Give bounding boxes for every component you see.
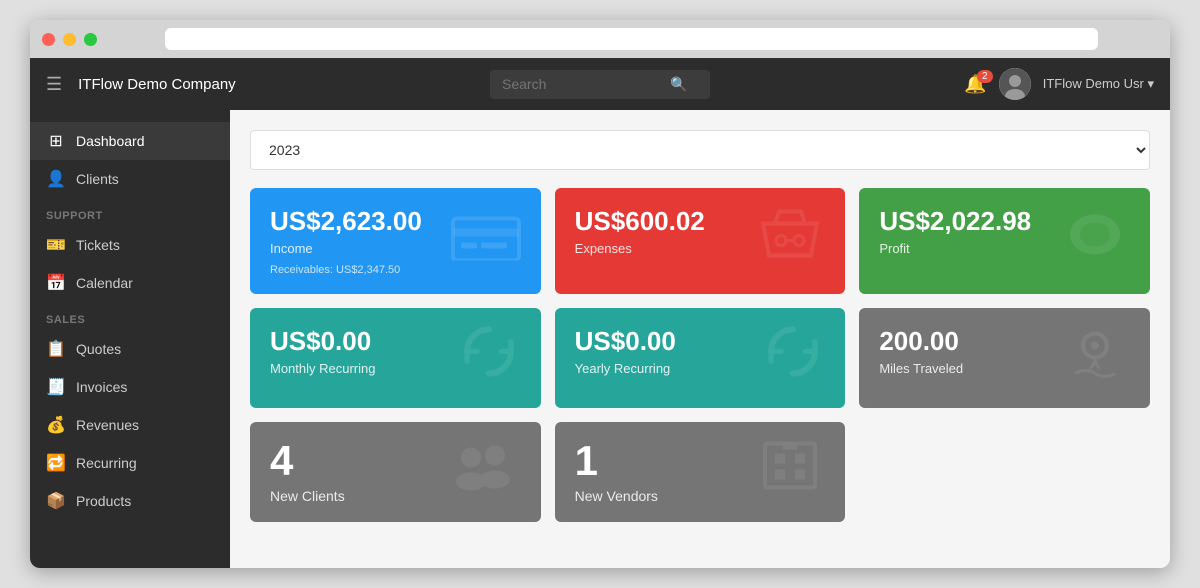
sidebar-label-clients: Clients bbox=[76, 171, 119, 187]
sidebar-label-recurring: Recurring bbox=[76, 455, 137, 471]
sidebar-section-sales: SALES bbox=[30, 302, 230, 330]
profit-card[interactable]: US$2,022.98 Profit bbox=[859, 188, 1150, 294]
sidebar-item-dashboard[interactable]: ⊞ Dashboard bbox=[30, 122, 230, 160]
calendar-icon: 📅 bbox=[46, 273, 66, 293]
miles-card[interactable]: 200.00 Miles Traveled bbox=[859, 308, 1150, 408]
nav-left: ☰ ITFlow Demo Company bbox=[46, 74, 246, 95]
yearly-icon bbox=[761, 320, 825, 397]
new-clients-card[interactable]: 4 New Clients bbox=[250, 422, 541, 522]
dashboard-icon: ⊞ bbox=[46, 131, 66, 151]
sidebar: ⊞ Dashboard 👤 Clients SUPPORT 🎫 Tickets … bbox=[30, 110, 230, 568]
search-box: 🔍 bbox=[490, 70, 710, 99]
sidebar-label-revenues: Revenues bbox=[76, 417, 139, 433]
sidebar-label-tickets: Tickets bbox=[76, 237, 120, 253]
main-layout: ⊞ Dashboard 👤 Clients SUPPORT 🎫 Tickets … bbox=[30, 110, 1170, 568]
search-icon: 🔍 bbox=[670, 76, 687, 93]
clients-icon bbox=[449, 440, 521, 505]
sidebar-item-invoices[interactable]: 🧾 Invoices bbox=[30, 368, 230, 406]
year-select[interactable]: 2023 2022 2021 2020 bbox=[250, 130, 1150, 170]
quotes-icon: 📋 bbox=[46, 339, 66, 359]
avatar bbox=[999, 68, 1031, 100]
vendors-icon bbox=[755, 436, 825, 509]
invoices-icon: 🧾 bbox=[46, 377, 66, 397]
nav-right: 🔔 2 ITFlow Demo Usr ▾ bbox=[954, 68, 1154, 100]
sidebar-item-clients[interactable]: 👤 Clients bbox=[30, 160, 230, 198]
income-card[interactable]: US$2,623.00 Income Receivables: US$2,347… bbox=[250, 188, 541, 294]
address-bar[interactable] bbox=[165, 28, 1098, 50]
notification-badge: 2 bbox=[977, 70, 993, 83]
company-name: ITFlow Demo Company bbox=[78, 76, 236, 93]
app-container: ☰ ITFlow Demo Company 🔍 🔔 2 ITFlow Demo … bbox=[30, 58, 1170, 568]
sidebar-label-quotes: Quotes bbox=[76, 341, 121, 357]
new-vendors-card[interactable]: 1 New Vendors bbox=[555, 422, 846, 522]
recurring-icon: 🔁 bbox=[46, 453, 66, 473]
maximize-button[interactable] bbox=[84, 33, 97, 46]
minimize-button[interactable] bbox=[63, 33, 76, 46]
sidebar-item-products[interactable]: 📦 Products bbox=[30, 482, 230, 520]
sidebar-item-tickets[interactable]: 🎫 Tickets bbox=[30, 226, 230, 264]
sidebar-item-calendar[interactable]: 📅 Calendar bbox=[30, 264, 230, 302]
content-area: 2023 2022 2021 2020 US$2,623.00 Income R… bbox=[230, 110, 1170, 568]
expenses-card[interactable]: US$600.02 Expenses bbox=[555, 188, 846, 294]
app-window: ☰ ITFlow Demo Company 🔍 🔔 2 ITFlow Demo … bbox=[30, 20, 1170, 568]
sidebar-item-quotes[interactable]: 📋 Quotes bbox=[30, 330, 230, 368]
monthly-recurring-card[interactable]: US$0.00 Monthly Recurring bbox=[250, 308, 541, 408]
hamburger-button[interactable]: ☰ bbox=[46, 74, 62, 95]
yearly-recurring-card[interactable]: US$0.00 Yearly Recurring bbox=[555, 308, 846, 408]
user-label[interactable]: ITFlow Demo Usr ▾ bbox=[1043, 76, 1154, 92]
sidebar-item-revenues[interactable]: 💰 Revenues bbox=[30, 406, 230, 444]
profit-icon bbox=[1060, 205, 1130, 278]
tickets-icon: 🎫 bbox=[46, 235, 66, 255]
dashboard-grid: US$2,623.00 Income Receivables: US$2,347… bbox=[250, 188, 1150, 522]
sidebar-item-recurring[interactable]: 🔁 Recurring bbox=[30, 444, 230, 482]
monthly-icon bbox=[457, 320, 521, 397]
close-button[interactable] bbox=[42, 33, 55, 46]
expenses-icon bbox=[755, 206, 825, 277]
clients-icon: 👤 bbox=[46, 169, 66, 189]
notification-bell[interactable]: 🔔 2 bbox=[964, 74, 986, 95]
revenues-icon: 💰 bbox=[46, 415, 66, 435]
sidebar-label-invoices: Invoices bbox=[76, 379, 127, 395]
sidebar-label-products: Products bbox=[76, 493, 131, 509]
products-icon: 📦 bbox=[46, 491, 66, 511]
sidebar-section-support: SUPPORT bbox=[30, 198, 230, 226]
nav-center: 🔍 bbox=[262, 70, 938, 99]
top-nav: ☰ ITFlow Demo Company 🔍 🔔 2 ITFlow Demo … bbox=[30, 58, 1170, 110]
search-input[interactable] bbox=[502, 76, 662, 92]
miles-icon bbox=[1060, 322, 1130, 395]
title-bar bbox=[30, 20, 1170, 58]
sidebar-label-dashboard: Dashboard bbox=[76, 133, 145, 149]
income-icon bbox=[451, 209, 521, 274]
sidebar-label-calendar: Calendar bbox=[76, 275, 133, 291]
